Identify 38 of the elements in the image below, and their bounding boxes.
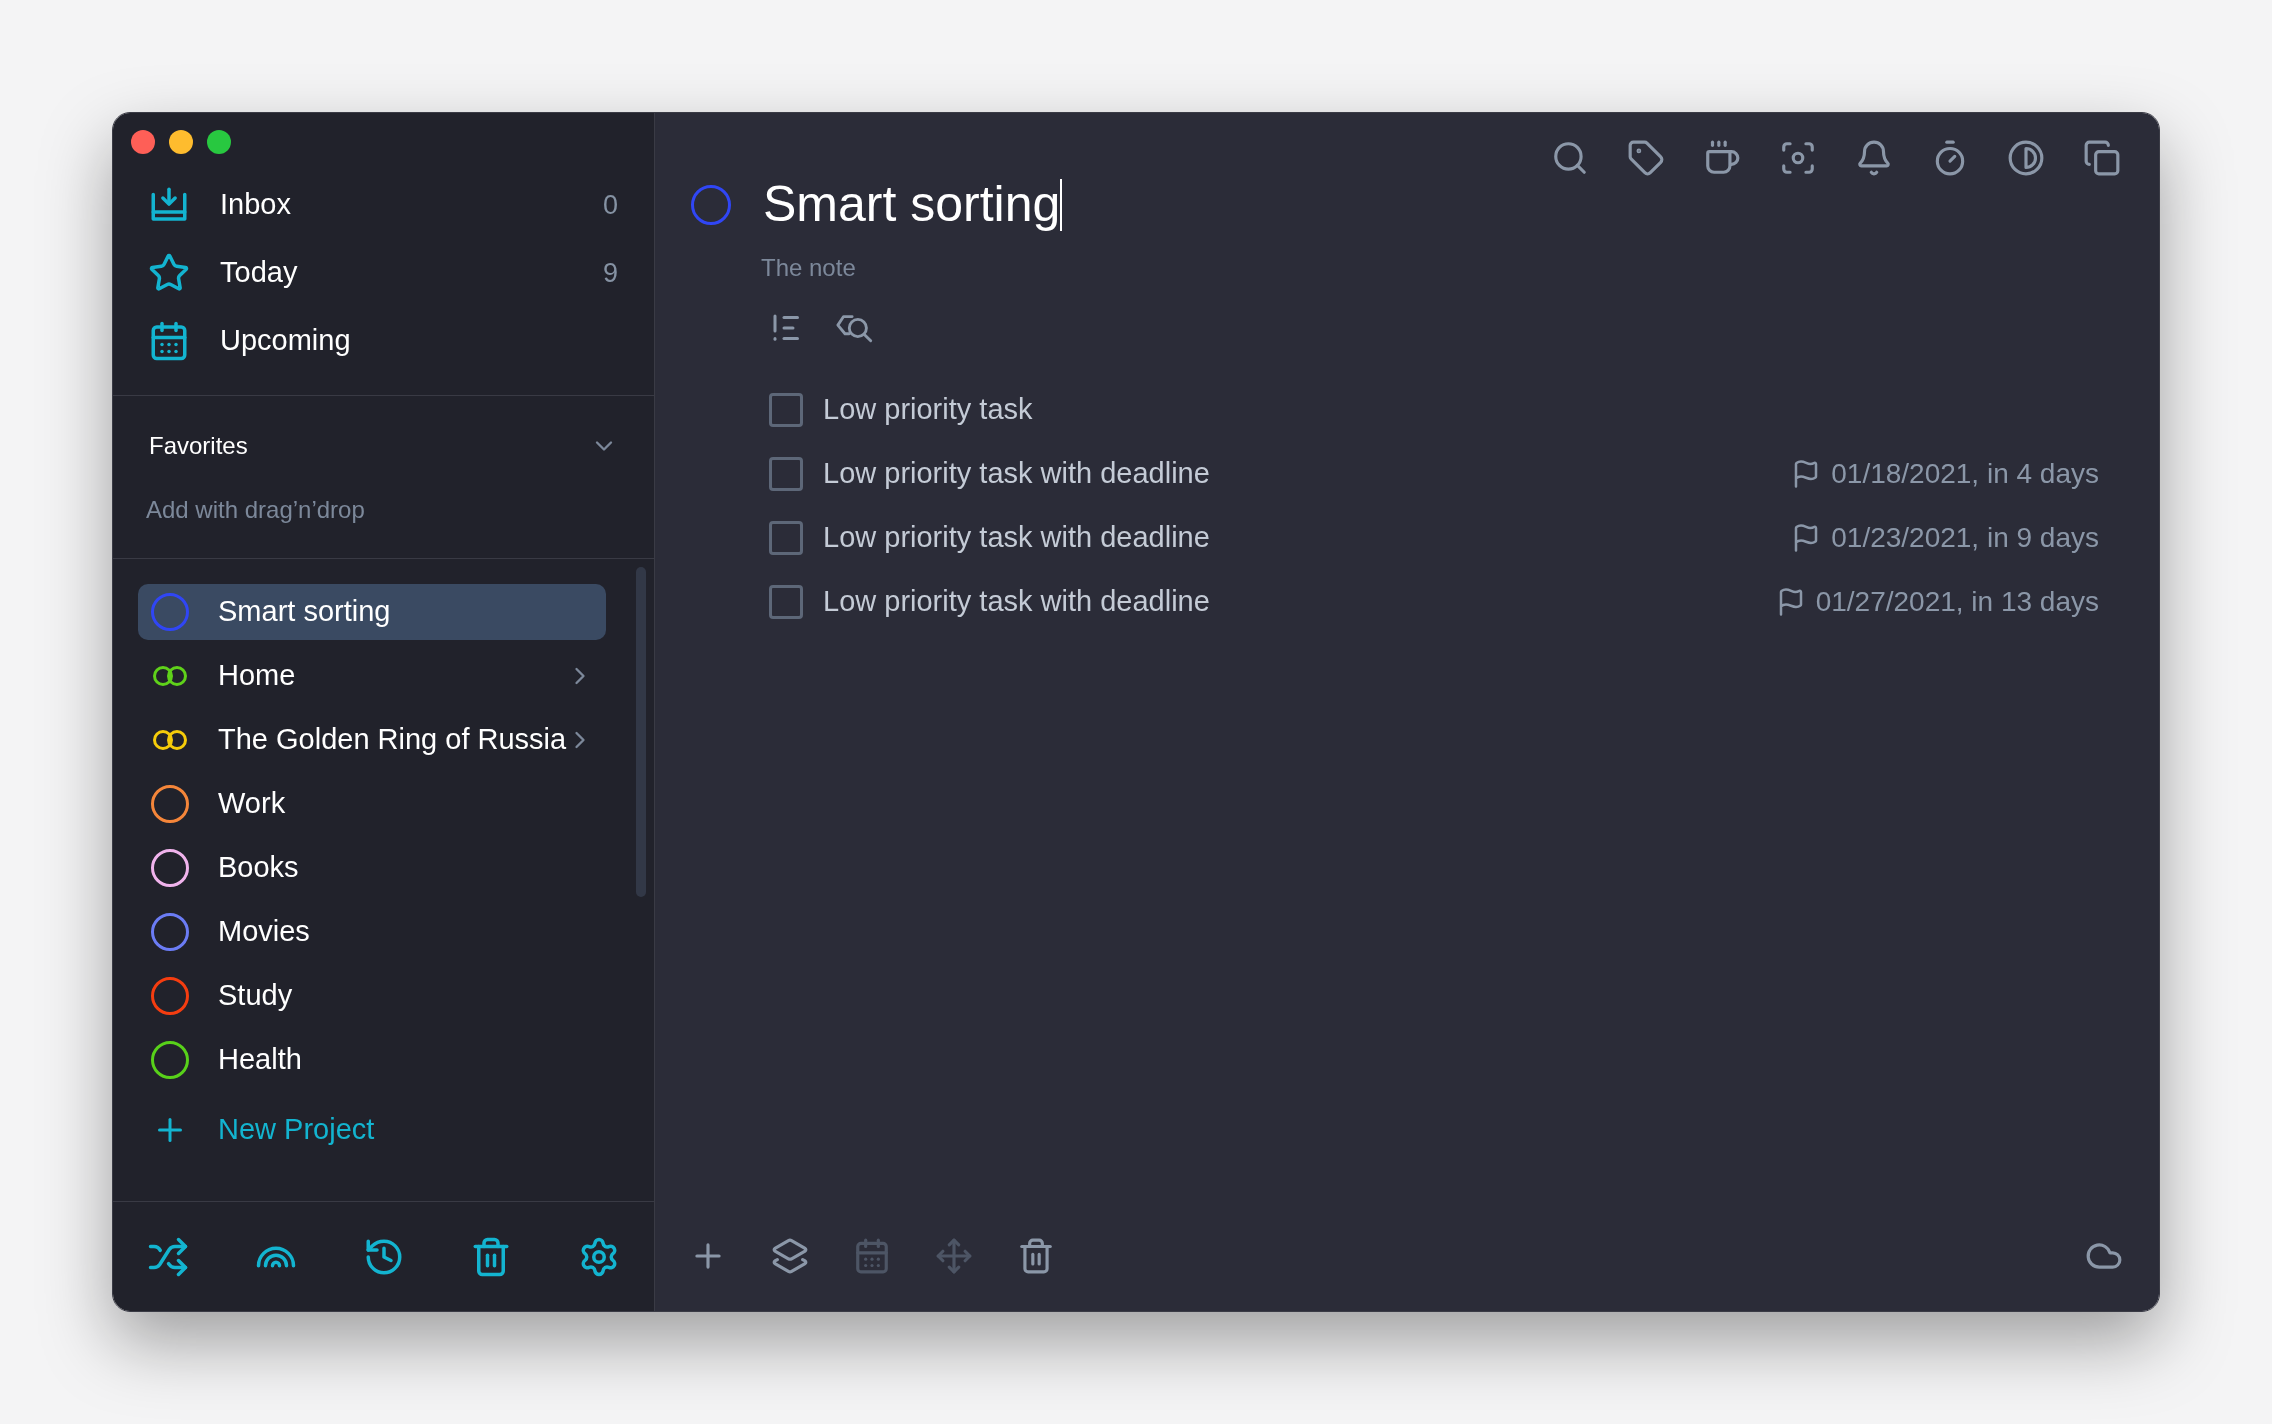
project-item[interactable]: The Golden Ring of Russia xyxy=(138,712,607,768)
project-item[interactable]: Work xyxy=(138,776,607,832)
close-button[interactable] xyxy=(131,130,155,154)
calendar-icon xyxy=(148,320,190,362)
task-title[interactable]: Low priority task with deadline xyxy=(823,516,1792,560)
nav-item[interactable]: Upcoming xyxy=(113,307,654,375)
new-project-button[interactable]: New Project xyxy=(138,1102,607,1158)
layers-icon[interactable] xyxy=(771,1237,809,1275)
count-label: 9 xyxy=(602,256,618,290)
task-checkbox[interactable] xyxy=(769,521,803,555)
project-item[interactable]: Study xyxy=(138,968,607,1024)
favorites-hint: Add with drag’n’drop xyxy=(145,495,366,525)
task-title[interactable]: Low priority task with deadline xyxy=(823,580,1776,624)
project-item[interactable]: Movies xyxy=(138,904,607,960)
project-item[interactable]: Smart sorting xyxy=(138,584,607,640)
star-icon xyxy=(148,252,190,294)
shuffle-icon[interactable] xyxy=(147,1235,189,1278)
deadline-label: 01/23/2021, in 9 days xyxy=(1831,521,2099,555)
deadline-label: 01/18/2021, in 4 days xyxy=(1831,457,2099,491)
zoom-button[interactable] xyxy=(207,130,231,154)
nav-item[interactable]: Today 9 xyxy=(113,239,654,307)
favorites-header[interactable]: Favorites xyxy=(113,426,654,466)
nav-item[interactable]: Inbox 0 xyxy=(113,171,654,239)
task-checkbox[interactable] xyxy=(769,393,803,427)
task-title[interactable]: Low priority task xyxy=(823,388,2099,432)
task-checkbox[interactable] xyxy=(769,585,803,619)
trash-icon[interactable] xyxy=(1017,1237,1055,1275)
project-item[interactable]: Home xyxy=(138,648,607,704)
task-checkbox[interactable] xyxy=(769,457,803,491)
minimize-button[interactable] xyxy=(169,130,193,154)
text-cursor xyxy=(1060,178,1063,231)
project-title[interactable]: Smart sorting xyxy=(763,167,1061,242)
count-label: 0 xyxy=(602,188,618,222)
task-title[interactable]: Low priority task with deadline xyxy=(823,452,1792,496)
deadline-label: 01/27/2021, in 13 days xyxy=(1815,585,2099,619)
project-item[interactable]: Books xyxy=(138,840,607,896)
project-note[interactable]: The note xyxy=(655,250,2159,286)
project-item[interactable]: Health xyxy=(138,1032,607,1088)
